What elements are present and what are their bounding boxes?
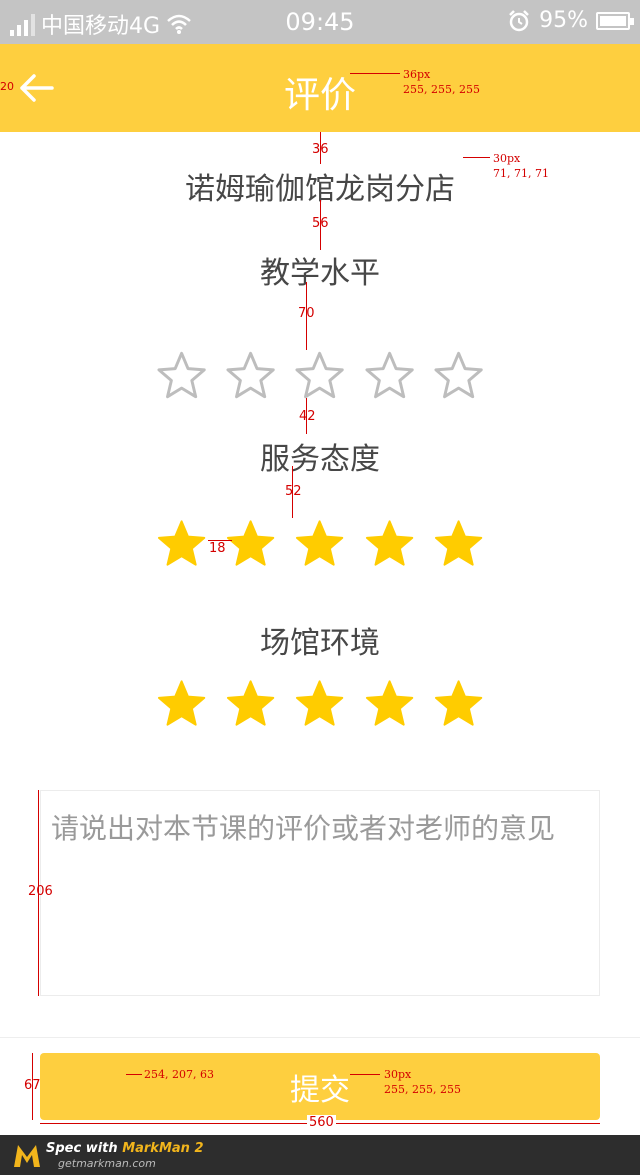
anno-back-gap: 20	[0, 80, 14, 93]
markman-tagline: Spec with MarkMan 2	[46, 1141, 204, 1156]
app-header: 评价	[0, 44, 640, 132]
page-title: 评价	[283, 75, 356, 116]
star-filled-icon[interactable]	[155, 678, 208, 730]
star-filled-icon[interactable]	[155, 518, 208, 570]
rating-label-service: 服务态度	[260, 442, 380, 477]
star-empty-icon[interactable]	[155, 350, 208, 402]
submit-button[interactable]: 提交	[40, 1053, 600, 1120]
star-empty-icon[interactable]	[363, 350, 416, 402]
comment-textarea[interactable]	[40, 790, 600, 996]
rating-label-environment: 场馆环境	[260, 626, 380, 661]
anno-button-text-color: 255, 255, 255	[384, 1083, 461, 1096]
markman-logo-icon	[14, 1145, 40, 1167]
battery-icon	[596, 11, 634, 30]
star-empty-icon[interactable]	[224, 350, 277, 402]
anno-title-font: 36px	[403, 68, 431, 81]
status-bar: 中国移动4G 09:45 95%	[0, 0, 640, 44]
rating-stars-service	[155, 518, 485, 570]
anno-gap-stars-label: 42	[299, 409, 316, 424]
markman-brand: MarkMan 2	[122, 1141, 204, 1156]
anno-gap-header-venue: 36	[312, 142, 329, 157]
star-filled-icon[interactable]	[293, 518, 346, 570]
markman-bar: Spec with MarkMan 2 getmarkman.com	[0, 1135, 640, 1175]
star-empty-icon[interactable]	[432, 350, 485, 402]
star-filled-icon[interactable]	[293, 678, 346, 730]
anno-button-font: 30px	[384, 1068, 412, 1081]
anno-pointer	[350, 73, 400, 74]
anno-pointer	[126, 1074, 142, 1075]
battery-percent: 95%	[539, 8, 588, 33]
rating-stars-teaching	[155, 350, 485, 402]
anno-button-width: 560	[307, 1115, 336, 1130]
anno-textarea-height: 206	[28, 884, 53, 899]
markman-prefix: Spec with	[46, 1141, 123, 1156]
anno-gap-label-stars: 70	[298, 306, 315, 321]
anno-button-height: 67	[24, 1078, 41, 1093]
alarm-clock-icon	[509, 9, 529, 31]
star-empty-icon[interactable]	[293, 350, 346, 402]
anno-title-color: 255, 255, 255	[403, 83, 480, 96]
status-right: 95%	[507, 8, 634, 33]
anno-pointer	[350, 1074, 380, 1075]
star-filled-icon[interactable]	[432, 678, 485, 730]
anno-gap-venue-label: 56	[312, 216, 329, 231]
rating-stars-environment	[155, 678, 485, 730]
markman-url: getmarkman.com	[58, 1157, 156, 1170]
anno-button-color: 254, 207, 63	[144, 1068, 214, 1081]
star-filled-icon[interactable]	[224, 678, 277, 730]
star-filled-icon[interactable]	[363, 678, 416, 730]
anno-pointer	[463, 157, 490, 158]
star-filled-icon[interactable]	[432, 518, 485, 570]
anno-venue-font: 30px	[493, 152, 521, 165]
rating-label-teaching: 教学水平	[260, 256, 380, 291]
anno-venue-color: 71, 71, 71	[493, 167, 549, 180]
anno-gap-label-stars-2: 52	[285, 484, 302, 499]
star-filled-icon[interactable]	[363, 518, 416, 570]
star-filled-icon[interactable]	[224, 518, 277, 570]
anno-star-gap: 18	[209, 541, 226, 556]
